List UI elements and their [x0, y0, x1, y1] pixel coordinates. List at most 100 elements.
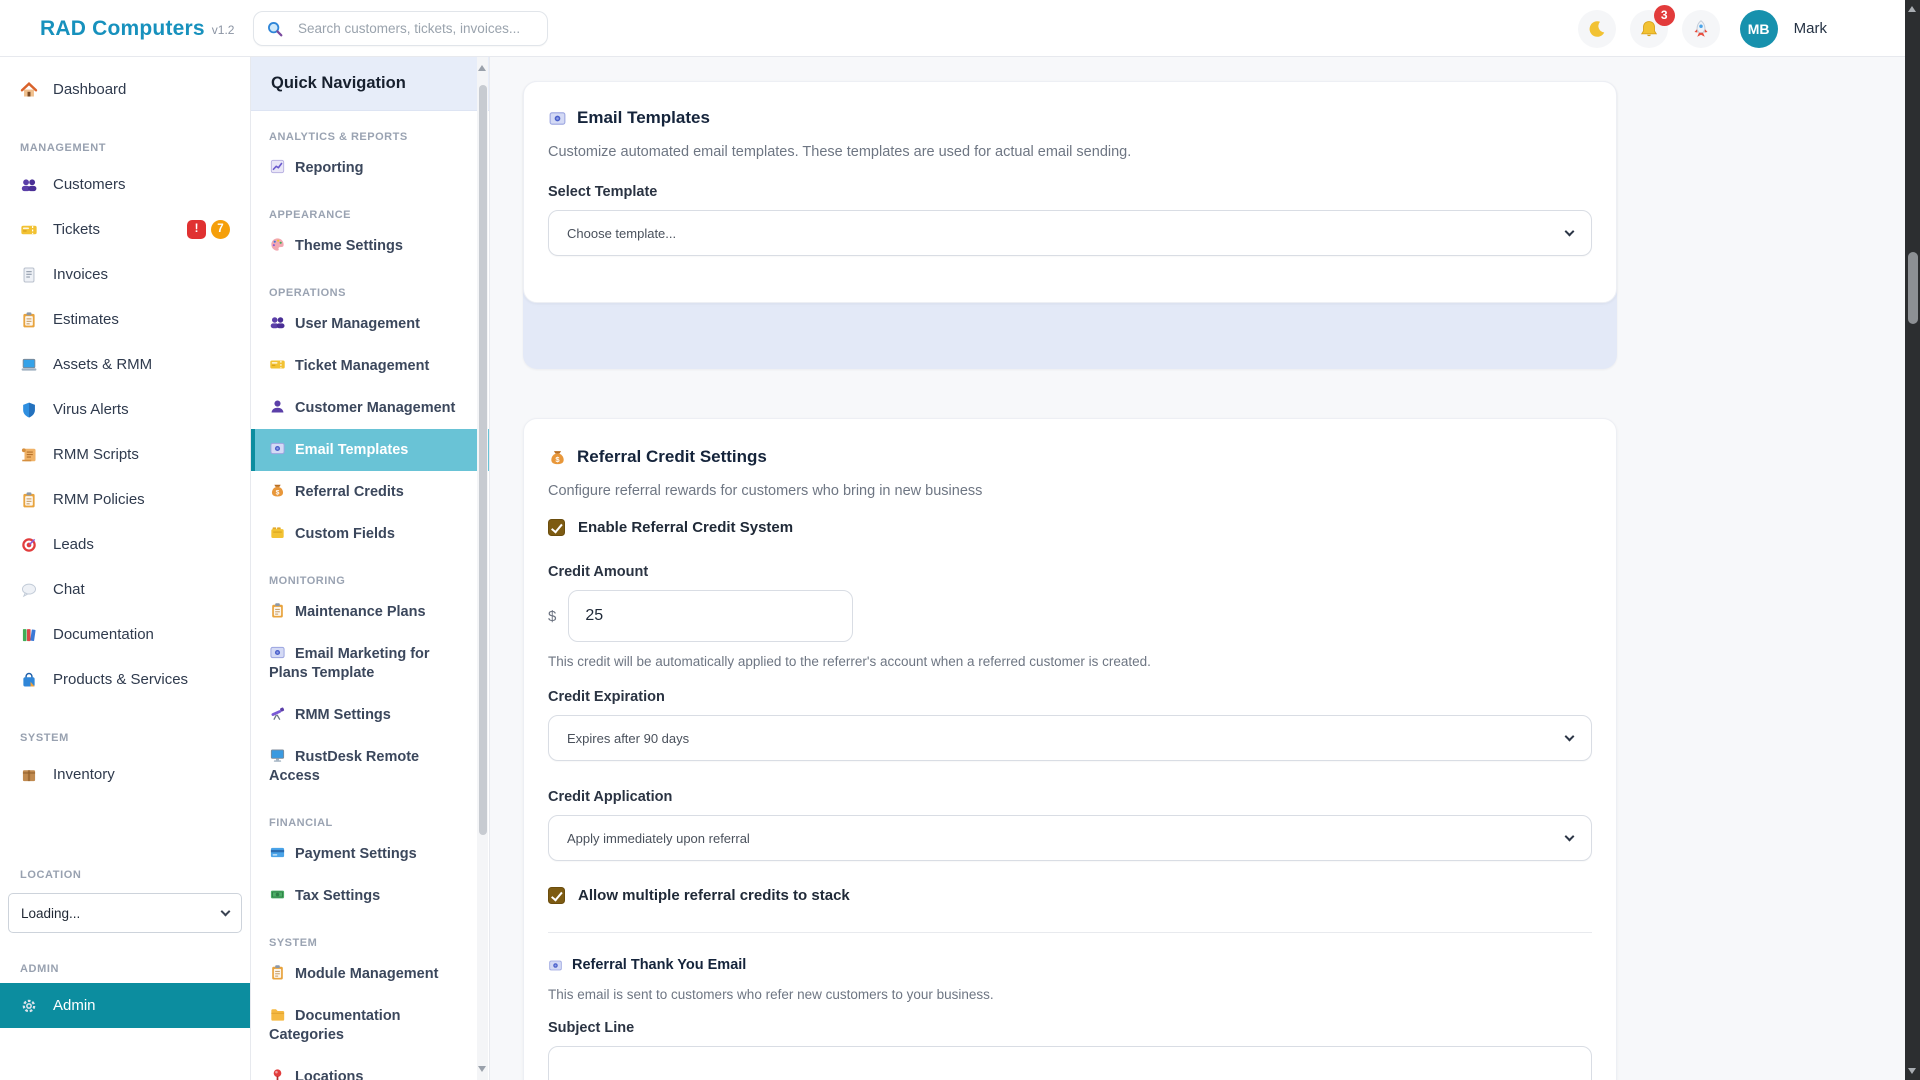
sidebar-item-tickets[interactable]: Tickets! 7	[0, 207, 250, 252]
card-title: Email Templates	[577, 108, 710, 127]
telescope-icon	[269, 705, 286, 722]
mail-icon	[269, 440, 286, 457]
quicknav-item-label: Module Management	[295, 966, 439, 982]
sidebar-item-products-services[interactable]: Products & Services	[0, 657, 250, 702]
quicknav-item-rmm-settings[interactable]: RMM Settings	[251, 694, 489, 736]
global-search[interactable]	[253, 11, 548, 46]
quicknav-item-theme-settings[interactable]: Theme Settings	[251, 225, 489, 267]
credit-expiration-select[interactable]: Expires after 90 days	[548, 715, 1592, 761]
scroll-up-icon[interactable]	[1908, 6, 1916, 12]
quicknav-item-email-marketing-for-plans-template[interactable]: Email Marketing for Plans Template	[251, 633, 489, 694]
quicknav-item-label: Referral Credits	[295, 484, 404, 500]
quicknav-item-ticket-management[interactable]: Ticket Management	[251, 345, 489, 387]
sidebar-item-label: Dashboard	[53, 81, 127, 98]
checkbox-checked-icon[interactable]	[548, 519, 565, 536]
theme-toggle-button[interactable]	[1577, 9, 1616, 48]
chevron-down-icon	[220, 906, 231, 916]
scroll-down-icon[interactable]	[478, 1066, 486, 1072]
quicknav-item-tax-settings[interactable]: Tax Settings	[251, 875, 489, 917]
whats-new-button[interactable]	[1681, 9, 1720, 48]
template-select[interactable]: Choose template...	[548, 210, 1592, 256]
card-title: Referral Credit Settings	[577, 447, 767, 466]
enable-referral-checkbox-row[interactable]: Enable Referral Credit System	[548, 519, 1592, 536]
quicknav-item-documentation-categories[interactable]: Documentation Categories	[251, 995, 489, 1056]
doc-icon	[20, 266, 38, 284]
ticket-icon	[20, 221, 38, 239]
quicknav-title: Quick Navigation	[251, 57, 489, 111]
sidebar-item-leads[interactable]: Leads	[0, 522, 250, 567]
quicknav-item-label: RMM Settings	[295, 707, 391, 723]
sidebar-item-customers[interactable]: Customers	[0, 162, 250, 207]
quicknav-item-label: Custom Fields	[295, 526, 395, 542]
sidebar-item-label: Chat	[53, 581, 85, 598]
sidebar-item-rmm-scripts[interactable]: RMM Scripts	[0, 432, 250, 477]
scroll-up-icon[interactable]	[478, 65, 486, 71]
sidebar-item-virus-alerts[interactable]: Virus Alerts	[0, 387, 250, 432]
quicknav-item-payment-settings[interactable]: Payment Settings	[251, 833, 489, 875]
banknote-icon	[269, 886, 286, 903]
notifications-button[interactable]: 3	[1629, 4, 1675, 48]
quicknav-item-customer-management[interactable]: Customer Management	[251, 387, 489, 429]
gear-icon	[20, 997, 38, 1015]
sidebar-item-label: RMM Scripts	[53, 446, 139, 463]
page-scrollbar[interactable]	[1905, 0, 1920, 1080]
quicknav-item-reporting[interactable]: Reporting	[251, 147, 489, 189]
quicknav-section-label: ANALYTICS & REPORTS	[269, 131, 408, 143]
quicknav-item-locations[interactable]: Locations	[251, 1056, 489, 1080]
sidebar-item-documentation[interactable]: Documentation	[0, 612, 250, 657]
quicknav-nav: ANALYTICS & REPORTS Reporting APPEARANCE Th…	[251, 131, 489, 1080]
sidebar-item-dashboard[interactable]: Dashboard	[0, 67, 250, 112]
quicknav-item-label: Reporting	[295, 160, 364, 176]
clipboard-icon	[20, 491, 38, 509]
quicknav-item-email-templates[interactable]: Email Templates	[251, 429, 489, 471]
search-input[interactable]	[298, 21, 535, 36]
scroll-down-icon[interactable]	[1908, 1068, 1916, 1074]
sidebar-item-label: Products & Services	[53, 671, 189, 688]
subject-line-input[interactable]	[548, 1046, 1592, 1080]
sidebar-item-inventory[interactable]: Inventory	[0, 752, 250, 797]
money-bag-icon: $	[548, 448, 567, 467]
quicknav-item-rustdesk-remote-access[interactable]: RustDesk Remote Access	[251, 736, 489, 797]
user-name: Mark	[1793, 20, 1827, 37]
quicknav-item-referral-credits[interactable]: $ Referral Credits	[251, 471, 489, 513]
sidebar-item-chat[interactable]: Chat	[0, 567, 250, 612]
checkbox-checked-icon[interactable]	[548, 887, 565, 904]
template-select-value: Choose template...	[567, 225, 677, 241]
card-description: Configure referral rewards for customers…	[548, 483, 983, 499]
notification-badge: 3	[1653, 4, 1675, 26]
quicknav-section-label: MONITORING	[269, 575, 346, 587]
sidebar-item-label: Estimates	[53, 311, 119, 328]
quicknav-scrollbar-thumb[interactable]	[478, 85, 487, 835]
svg-text:$: $	[555, 454, 560, 463]
sidebar-item-label: Assets & RMM	[53, 356, 153, 373]
sidebar-item-invoices[interactable]: Invoices	[0, 252, 250, 297]
folder-icon	[269, 1006, 286, 1023]
sidebar-item-rmm-policies[interactable]: RMM Policies	[0, 477, 250, 522]
credit-application-select[interactable]: Apply immediately upon referral	[548, 815, 1592, 861]
stack-credits-checkbox-row[interactable]: Allow multiple referral credits to stack	[548, 887, 1592, 904]
tabs-icon	[269, 524, 286, 541]
quicknav-item-label: Maintenance Plans	[295, 604, 426, 620]
quicknav-item-label: Documentation Categories	[269, 1008, 401, 1043]
quicknav-item-user-management[interactable]: User Management	[251, 303, 489, 345]
bag-icon	[20, 671, 38, 689]
sidebar-item-label: Inventory	[53, 766, 115, 783]
quicknav-item-custom-fields[interactable]: Custom Fields	[251, 513, 489, 555]
card-footer-panel	[523, 303, 1617, 369]
sidebar-item-estimates[interactable]: Estimates	[0, 297, 250, 342]
quicknav-item-maintenance-plans[interactable]: Maintenance Plans	[251, 591, 489, 633]
avatar[interactable]: MB	[1739, 9, 1778, 48]
quicknav-item-module-management[interactable]: Module Management	[251, 953, 489, 995]
chevron-down-icon	[1564, 731, 1575, 741]
quicknav-scrollbar[interactable]	[477, 57, 488, 1080]
sidebar-item-admin[interactable]: Admin	[0, 983, 250, 1028]
sidebar-item-label: Customers	[53, 176, 126, 193]
laptop-icon	[20, 356, 38, 374]
sidebar-item-assets-rmm[interactable]: Assets & RMM	[0, 342, 250, 387]
currency-symbol: $	[548, 607, 557, 625]
location-select[interactable]: Loading...	[8, 893, 242, 933]
sidebar-badge: !	[187, 220, 206, 239]
page-scrollbar-thumb[interactable]	[1907, 252, 1918, 324]
credit-amount-input[interactable]	[568, 590, 854, 642]
users-icon	[269, 314, 286, 331]
